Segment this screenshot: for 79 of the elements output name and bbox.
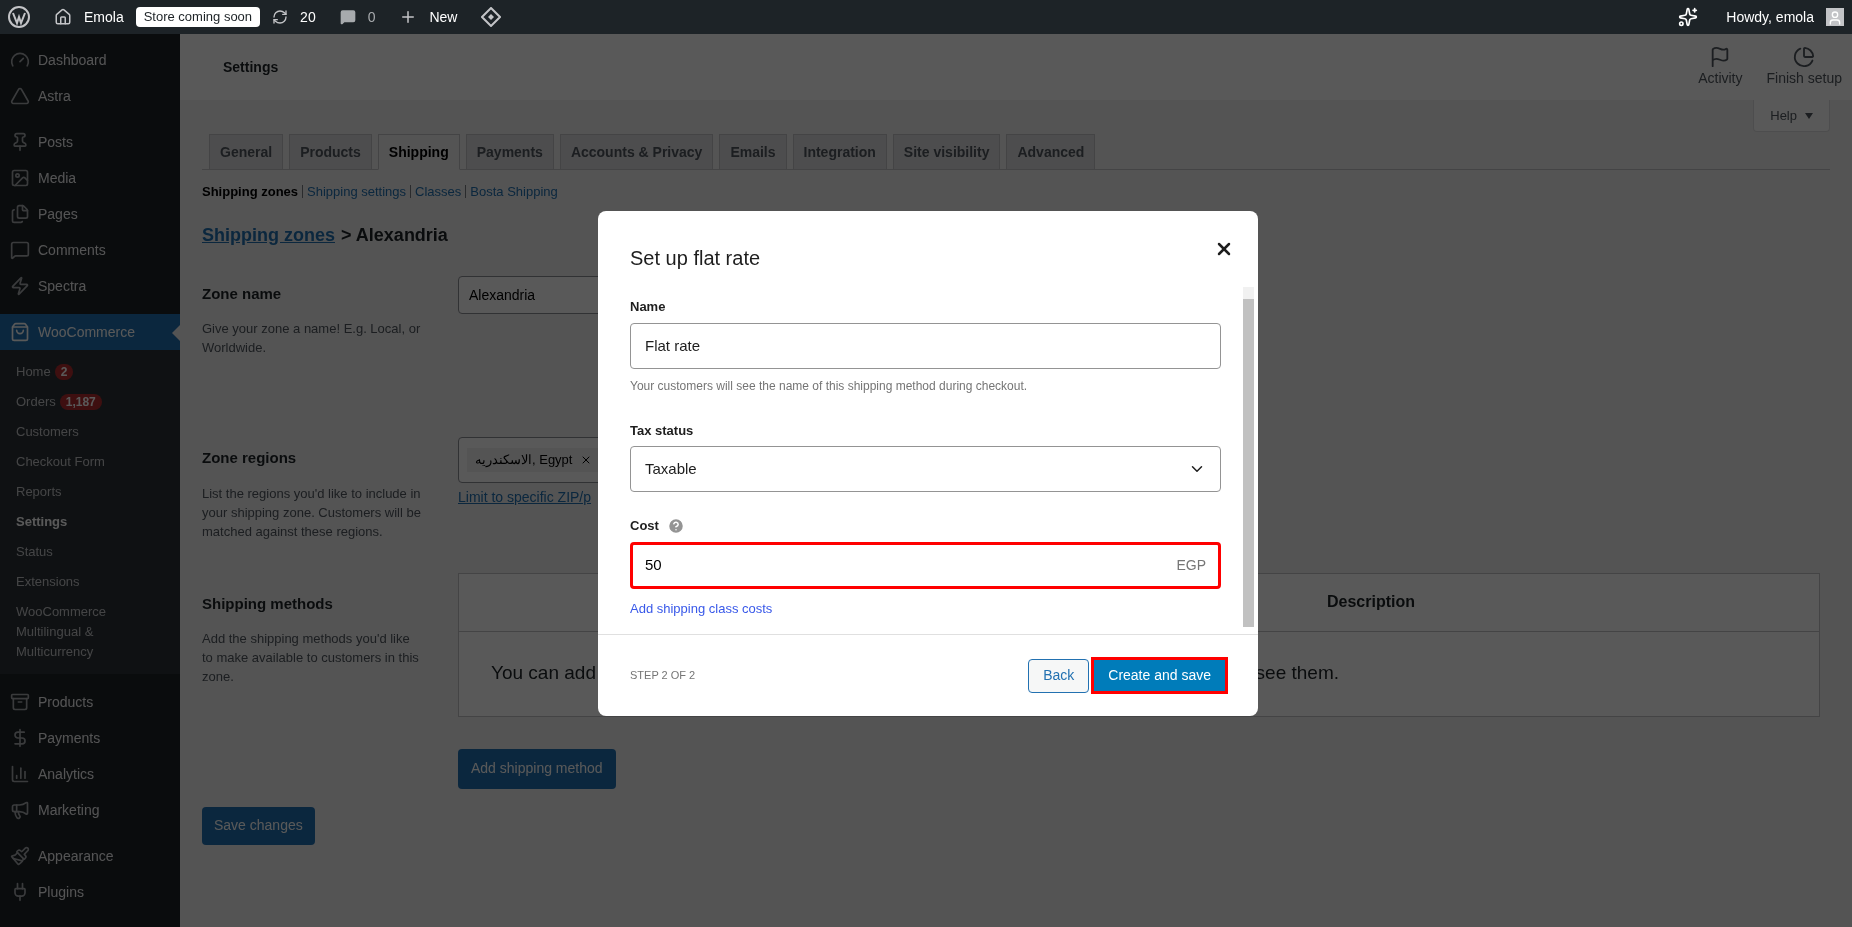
add-shipping-method-button[interactable]: Add shipping method [458,748,616,789]
sidebar-item[interactable]: Spectra [0,268,180,304]
pin-icon [10,132,30,152]
count-badge: 1,187 [59,394,102,410]
create-and-save-button[interactable]: Create and save [1091,657,1228,694]
breadcrumb-link[interactable]: Shipping zones [202,221,335,249]
submenu-item[interactable]: Settings [0,507,180,537]
back-button[interactable]: Back [1028,658,1090,693]
sidebar-item[interactable]: Marketing [0,792,180,828]
section-title: Zone name [202,283,283,304]
shipping-class-costs-link[interactable]: Add shipping class costs [630,598,1221,618]
field-label: Cost [630,517,659,535]
scrollbar[interactable] [1243,287,1254,627]
sidebar-item[interactable]: Plugins [0,874,180,910]
subnav-link[interactable]: Classes [415,182,462,202]
region-tag[interactable]: الاسكندريه, Egypt [467,448,601,472]
shop-icon [10,322,30,342]
site-name[interactable]: Emola [84,6,124,28]
bar-chart-icon [10,764,30,784]
image-icon [10,168,30,188]
sidebar-item[interactable]: Comments [0,232,180,268]
sidebar-item[interactable]: Pages [0,196,180,232]
new-link[interactable]: New [429,6,458,28]
sidebar-item[interactable]: Media [0,160,180,196]
greeting-text[interactable]: Howdy, emola [1726,6,1814,28]
page-title: Settings [223,57,279,77]
field-hint: Your customers will see the name of this shipping method during checkout. [630,377,1029,395]
field-label: Name [630,298,667,316]
comments-count[interactable]: 0 [367,6,376,28]
pages-icon [10,204,30,224]
field-label: Tax status [630,421,695,440]
home-icon[interactable] [54,8,72,26]
sidebar-item[interactable]: Products [0,684,180,720]
updates-count[interactable]: 20 [300,6,316,28]
triangle-icon [10,86,30,106]
header-action-button[interactable]: Finish setup [1766,45,1842,89]
box-icon [10,692,30,712]
name-field[interactable]: Flat rate [630,322,1221,369]
wordpress-logo-icon[interactable] [8,6,30,28]
speech-bubble-icon [10,240,30,260]
sidebar-item[interactable]: Astra [0,78,180,114]
breadcrumb-current: > Alexandria [341,223,448,247]
megaphone-icon [10,800,30,820]
sidebar-item[interactable]: Posts [0,124,180,160]
caret-icon [1805,112,1813,119]
sidebar-item[interactable]: WooCommerce [0,314,180,350]
subnav-link[interactable]: Shipping settings [307,182,407,202]
sidebar-item[interactable]: Appearance [0,838,180,874]
subnav-link[interactable]: Shipping zones [202,182,299,202]
section-description: Add the shipping methods you'd like to make available to customers in this zone. [202,630,420,686]
diamond-icon[interactable] [481,7,502,27]
column-header: Description [1327,592,1415,612]
header-action-button[interactable]: Activity [1698,45,1743,89]
section-title: Shipping methods [202,593,334,614]
dialog-title: Set up flat rate [630,246,761,271]
progress-circle-icon [1793,45,1816,68]
settings-tab[interactable]: Shipping [377,134,460,170]
dashboard-icon [10,50,30,70]
brush-icon [10,846,30,866]
currency-suffix: EGP [1176,555,1206,575]
sparkle-icon[interactable] [1678,7,1699,27]
section-title: Zone regions [202,448,298,468]
count-badge: 2 [54,364,74,380]
tax-status-select[interactable]: Taxable [630,446,1221,492]
bolt-icon [10,276,30,296]
empty-message-start: You can add [491,661,596,686]
sidebar-item[interactable]: Payments [0,720,180,756]
sidebar-item[interactable]: Dashboard [0,42,180,78]
subnav-link[interactable]: Bosta Shipping [470,182,558,202]
save-changes-button[interactable]: Save changes [202,806,315,845]
help-icon[interactable] [666,516,685,535]
updates-icon[interactable] [272,9,289,25]
cost-field[interactable]: 50 EGP [630,541,1221,589]
comments-icon[interactable] [339,9,356,25]
step-indicator: STEP 2 OF 2 [630,668,696,684]
sidebar-item[interactable]: Analytics [0,756,180,792]
help-button[interactable]: Help [1753,100,1830,132]
store-status-badge[interactable]: Store coming soon [135,7,261,27]
section-description: Give your zone a name! E.g. Local, or Worldwide. [202,320,422,357]
